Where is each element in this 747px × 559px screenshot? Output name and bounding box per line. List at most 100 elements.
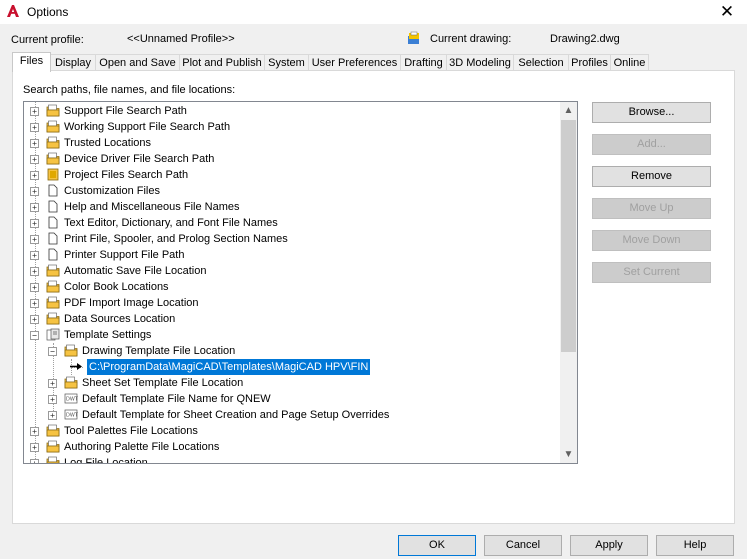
remove-button[interactable]: Remove — [592, 166, 711, 187]
expand-icon[interactable]: + — [30, 299, 39, 308]
expand-icon[interactable]: + — [30, 251, 39, 260]
tree-row[interactable]: + Log File Location — [24, 455, 558, 463]
expand-icon[interactable]: + — [30, 171, 39, 180]
tree-row[interactable]: + Project Files Search Path — [24, 167, 558, 183]
expand-icon[interactable]: + — [30, 155, 39, 164]
tree-row[interactable]: + Customization Files — [24, 183, 558, 199]
expand-icon[interactable]: + — [30, 187, 39, 196]
arrow-icon — [69, 360, 83, 373]
tree-row[interactable]: + Tool Palettes File Locations — [24, 423, 558, 439]
tree-row[interactable]: + Authoring Palette File Locations — [24, 439, 558, 455]
close-button[interactable]: ✕ — [713, 1, 741, 23]
tree-row-label: Default Template File Name for QNEW — [82, 393, 271, 405]
tree-row[interactable]: + Support File Search Path — [24, 103, 558, 119]
expand-icon[interactable]: + — [48, 411, 57, 420]
expand-icon[interactable]: + — [30, 315, 39, 324]
tree-row[interactable]: + Trusted Locations — [24, 135, 558, 151]
tree-row[interactable]: − Template Settings — [24, 327, 558, 343]
tab-user-preferences[interactable]: User Preferences — [308, 54, 401, 71]
tree-row[interactable]: C:\ProgramData\MagiCAD\Templates\MagiCAD… — [24, 359, 558, 375]
tree-row[interactable]: + PDF Import Image Location — [24, 295, 558, 311]
tree-row-label: Tool Palettes File Locations — [64, 425, 198, 437]
template-file-icon: DWT — [64, 408, 79, 421]
add-button[interactable]: Add... — [592, 134, 711, 155]
tab-online[interactable]: Online — [610, 54, 649, 71]
tab-display[interactable]: Display — [50, 54, 96, 71]
tree-row[interactable]: + Print File, Spooler, and Prolog Section… — [24, 231, 558, 247]
tree-row[interactable]: + Working Support File Search Path — [24, 119, 558, 135]
collapse-icon[interactable]: − — [30, 331, 39, 340]
tree-row[interactable]: + Data Sources Location — [24, 311, 558, 327]
tree-row[interactable]: + Color Book Locations — [24, 279, 558, 295]
drawing-icon — [408, 31, 419, 44]
apply-button[interactable]: Apply — [570, 535, 648, 556]
window-title: Options — [27, 5, 69, 19]
tab-3d-modeling[interactable]: 3D Modeling — [446, 54, 514, 71]
folder-icon — [46, 136, 60, 149]
tree-row[interactable]: + Text Editor, Dictionary, and Font File … — [24, 215, 558, 231]
tab-selection[interactable]: Selection — [513, 54, 569, 71]
tree-row[interactable]: + DWT Default Template for Sheet Creation … — [24, 407, 558, 423]
tree-row-label: Authoring Palette File Locations — [64, 441, 220, 453]
tab-drafting[interactable]: Drafting — [400, 54, 447, 71]
tab-system[interactable]: System — [264, 54, 309, 71]
move-up-button[interactable]: Move Up — [592, 198, 711, 219]
tree-row[interactable]: + Printer Support File Path — [24, 247, 558, 263]
tree-row-label: C:\ProgramData\MagiCAD\Templates\MagiCAD… — [87, 359, 371, 375]
tree-row[interactable]: − Drawing Template File Location — [24, 343, 558, 359]
profile-row: Current profile: <<Unnamed Profile>> Cur… — [0, 33, 747, 49]
expand-icon[interactable]: + — [30, 267, 39, 276]
expand-icon[interactable]: + — [30, 283, 39, 292]
files-panel: Search paths, file names, and file locat… — [12, 70, 735, 524]
current-profile-label: Current profile: — [11, 34, 84, 46]
tree-row[interactable]: + Help and Miscellaneous File Names — [24, 199, 558, 215]
expand-icon[interactable]: + — [30, 123, 39, 132]
tree-row-label: Sheet Set Template File Location — [82, 377, 244, 389]
expand-icon[interactable]: + — [30, 443, 39, 452]
collapse-icon[interactable]: − — [48, 347, 57, 356]
file-locations-tree[interactable]: + Support File Search Path + Working Suppor… — [23, 101, 578, 464]
move-down-button[interactable]: Move Down — [592, 230, 711, 251]
tab-open-and-save[interactable]: Open and Save — [95, 54, 180, 71]
file-icon — [46, 248, 60, 261]
scroll-down-arrow-icon[interactable]: ▼ — [560, 446, 577, 463]
tree-row[interactable]: + DWT Default Template File Name for QNEW — [24, 391, 558, 407]
tree-row-label: Template Settings — [64, 329, 152, 341]
tree-row[interactable]: + Sheet Set Template File Location — [24, 375, 558, 391]
ok-button[interactable]: OK — [398, 535, 476, 556]
browse-button[interactable]: Browse... — [592, 102, 711, 123]
tree-row[interactable]: + Device Driver File Search Path — [24, 151, 558, 167]
expand-icon[interactable]: + — [30, 139, 39, 148]
expand-icon[interactable]: + — [30, 219, 39, 228]
expand-icon[interactable]: + — [30, 459, 39, 463]
folder-icon — [46, 296, 60, 309]
close-icon: ✕ — [719, 2, 735, 22]
folder-icon — [46, 264, 60, 277]
scroll-up-arrow-icon[interactable]: ▲ — [560, 102, 577, 119]
folder-icon — [46, 120, 60, 133]
expand-icon[interactable]: + — [30, 203, 39, 212]
cancel-button[interactable]: Cancel — [484, 535, 562, 556]
expand-icon[interactable]: + — [30, 107, 39, 116]
tree-row[interactable]: + Automatic Save File Location — [24, 263, 558, 279]
expand-icon[interactable]: + — [30, 427, 39, 436]
svg-text:DWT: DWT — [66, 413, 78, 419]
tab-files[interactable]: Files — [12, 52, 51, 72]
tree-row-label: Project Files Search Path — [64, 169, 189, 181]
tree-row-label: Default Template for Sheet Creation and … — [82, 409, 390, 421]
expand-icon[interactable]: + — [48, 379, 57, 388]
expand-icon[interactable]: + — [48, 395, 57, 404]
set-current-button[interactable]: Set Current — [592, 262, 711, 283]
folder-icon — [64, 376, 78, 389]
help-button[interactable]: Help — [656, 535, 734, 556]
tree-row-label: Help and Miscellaneous File Names — [64, 201, 240, 213]
folder-icon — [46, 152, 60, 165]
folder-icon — [46, 104, 60, 117]
expand-icon[interactable]: + — [30, 235, 39, 244]
folder-icon — [46, 280, 60, 293]
tab-profiles[interactable]: Profiles — [568, 54, 611, 71]
scroll-thumb[interactable] — [561, 120, 576, 352]
tree-scrollbar[interactable]: ▲ ▼ — [560, 102, 577, 463]
tab-plot-and-publish[interactable]: Plot and Publish — [179, 54, 265, 71]
tree-row-label: Support File Search Path — [64, 105, 187, 117]
